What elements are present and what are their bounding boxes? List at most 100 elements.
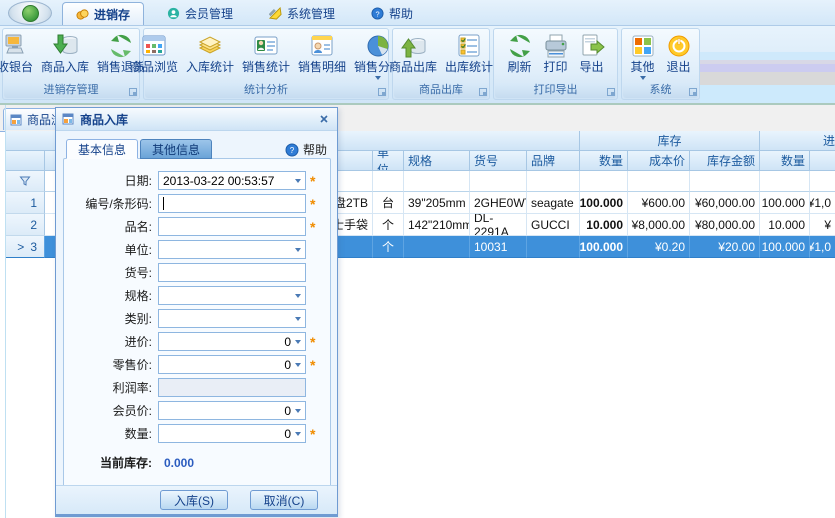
help-link[interactable]: ? 帮助 bbox=[285, 141, 327, 158]
header-brand[interactable]: 品牌 bbox=[527, 151, 580, 171]
stock-out-stats-button[interactable]: 出库统计 bbox=[441, 30, 497, 74]
spec-combobox[interactable] bbox=[158, 286, 306, 305]
cell-brand[interactable]: GUCCI bbox=[527, 214, 580, 236]
filter-cell[interactable] bbox=[628, 171, 690, 192]
chevron-down-icon[interactable] bbox=[295, 179, 301, 183]
cell-amount[interactable]: ¥60,000.00 bbox=[690, 192, 760, 214]
tab-label: 帮助 bbox=[389, 5, 413, 22]
print-button[interactable]: 打印 bbox=[538, 30, 574, 74]
row-number[interactable]: 1 bbox=[6, 192, 45, 214]
goods-stock-in-button[interactable]: 商品入库 bbox=[37, 30, 93, 74]
close-button[interactable] bbox=[317, 112, 331, 126]
dialog-titlebar[interactable]: 商品入库 bbox=[56, 108, 337, 131]
cell-qty[interactable]: 100.000 bbox=[580, 236, 628, 258]
member-price-spinner[interactable]: 0 bbox=[158, 401, 306, 420]
header-extra[interactable] bbox=[810, 151, 835, 171]
tab-help[interactable]: ? 帮助 bbox=[358, 2, 426, 25]
cancel-button[interactable]: 取消(C) bbox=[250, 490, 318, 510]
unit-combobox[interactable] bbox=[158, 240, 306, 259]
filter-cell[interactable] bbox=[810, 171, 835, 192]
header-qty2[interactable]: 数量 bbox=[760, 151, 810, 171]
category-combobox[interactable] bbox=[158, 309, 306, 328]
filter-cell[interactable] bbox=[527, 171, 580, 192]
goods-browse-button[interactable]: 商品浏览 bbox=[126, 30, 182, 74]
chevron-down-icon[interactable] bbox=[295, 340, 301, 344]
quantity-spinner[interactable]: 0 bbox=[158, 424, 306, 443]
header-code[interactable]: 货号 bbox=[470, 151, 527, 171]
sales-detail-button[interactable]: 销售明细 bbox=[294, 30, 350, 74]
cell-brand[interactable]: seagate bbox=[527, 192, 580, 214]
chevron-down-icon[interactable] bbox=[295, 432, 301, 436]
tab-system-management[interactable]: 系统管理 bbox=[256, 2, 348, 25]
cell-qty2[interactable]: 100.000 bbox=[760, 192, 810, 214]
filter-cell[interactable] bbox=[690, 171, 760, 192]
cell-cost[interactable]: ¥0.20 bbox=[628, 236, 690, 258]
barcode-input[interactable] bbox=[158, 194, 306, 213]
refresh-button[interactable]: 刷新 bbox=[502, 30, 538, 74]
row-number[interactable]: > 3 bbox=[6, 236, 45, 258]
application-orb-button[interactable] bbox=[8, 1, 52, 25]
cell-cost[interactable]: ¥8,000.00 bbox=[628, 214, 690, 236]
filter-cell[interactable] bbox=[580, 171, 628, 192]
filter-cell[interactable] bbox=[6, 171, 45, 192]
dialog-launcher-icon[interactable] bbox=[607, 88, 615, 96]
cell-unit[interactable]: 个 bbox=[373, 214, 404, 236]
cell-spec[interactable]: 142"210mm bbox=[404, 214, 470, 236]
cell-spec[interactable]: 39"205mm bbox=[404, 192, 470, 214]
cell-qty[interactable]: 100.000 bbox=[580, 192, 628, 214]
export-button[interactable]: 导出 bbox=[574, 30, 610, 74]
stock-in-confirm-button[interactable]: 入库(S) bbox=[160, 490, 228, 510]
cell-code[interactable]: 10031 bbox=[470, 236, 527, 258]
tab-purchase-sales-inventory[interactable]: 进销存 bbox=[62, 2, 144, 25]
chevron-down-icon[interactable] bbox=[295, 363, 301, 367]
tab-member-management[interactable]: 会员管理 bbox=[154, 2, 246, 25]
row-number[interactable]: 2 bbox=[6, 214, 45, 236]
header-qty[interactable]: 数量 bbox=[580, 151, 628, 171]
purchase-price-spinner[interactable]: 0 bbox=[158, 332, 306, 351]
tab-basic-info[interactable]: 基本信息 bbox=[66, 139, 138, 159]
cell-amount[interactable]: ¥20.00 bbox=[690, 236, 760, 258]
dialog-launcher-icon[interactable] bbox=[129, 88, 137, 96]
cell-extra[interactable]: ¥1,0 bbox=[810, 236, 835, 258]
item-code-input[interactable] bbox=[158, 263, 306, 282]
exit-button[interactable]: 退出 bbox=[661, 30, 697, 74]
product-name-input[interactable] bbox=[158, 217, 306, 236]
header-spec[interactable]: 规格 bbox=[404, 151, 470, 171]
header-amount[interactable]: 库存金额 bbox=[690, 151, 760, 171]
filter-cell[interactable] bbox=[470, 171, 527, 192]
chevron-down-icon[interactable] bbox=[295, 294, 301, 298]
dialog-launcher-icon[interactable] bbox=[378, 88, 386, 96]
goods-stock-out-button[interactable]: 商品出库 bbox=[385, 30, 441, 74]
cell-code[interactable]: 2GHE0WTZ bbox=[470, 192, 527, 214]
dialog-launcher-icon[interactable] bbox=[479, 88, 487, 96]
band-purchase: 进 bbox=[760, 131, 835, 151]
header-unit[interactable]: 单位 bbox=[373, 151, 404, 171]
cell-cost[interactable]: ¥600.00 bbox=[628, 192, 690, 214]
retail-price-spinner[interactable]: 0 bbox=[158, 355, 306, 374]
chevron-down-icon[interactable] bbox=[295, 248, 301, 252]
cell-unit[interactable]: 个 bbox=[373, 236, 404, 258]
sales-stats-button[interactable]: 销售统计 bbox=[238, 30, 294, 74]
tab-other-info[interactable]: 其他信息 bbox=[140, 139, 212, 159]
cell-code[interactable]: DL-2291A bbox=[470, 214, 527, 236]
chevron-down-icon[interactable] bbox=[295, 317, 301, 321]
filter-cell[interactable] bbox=[373, 171, 404, 192]
dialog-launcher-icon[interactable] bbox=[689, 88, 697, 96]
date-combobox[interactable]: 2013-03-22 00:53:57 bbox=[158, 171, 306, 190]
cell-qty2[interactable]: 10.000 bbox=[760, 214, 810, 236]
cell-brand[interactable] bbox=[527, 236, 580, 258]
header-cost[interactable]: 成本价 bbox=[628, 151, 690, 171]
filter-cell[interactable] bbox=[760, 171, 810, 192]
other-button[interactable]: 其他 bbox=[625, 30, 661, 80]
cell-unit[interactable]: 台 bbox=[373, 192, 404, 214]
filter-cell[interactable] bbox=[404, 171, 470, 192]
cell-extra[interactable]: ¥1,0 bbox=[810, 192, 835, 214]
cell-spec[interactable] bbox=[404, 236, 470, 258]
chevron-down-icon[interactable] bbox=[295, 409, 301, 413]
cell-extra[interactable]: ¥ bbox=[810, 214, 835, 236]
cell-qty[interactable]: 10.000 bbox=[580, 214, 628, 236]
cash-register-button[interactable]: 收银台 bbox=[0, 30, 37, 74]
cell-amount[interactable]: ¥80,000.00 bbox=[690, 214, 760, 236]
stock-in-stats-button[interactable]: 入库统计 bbox=[182, 30, 238, 74]
cell-qty2[interactable]: 100.000 bbox=[760, 236, 810, 258]
